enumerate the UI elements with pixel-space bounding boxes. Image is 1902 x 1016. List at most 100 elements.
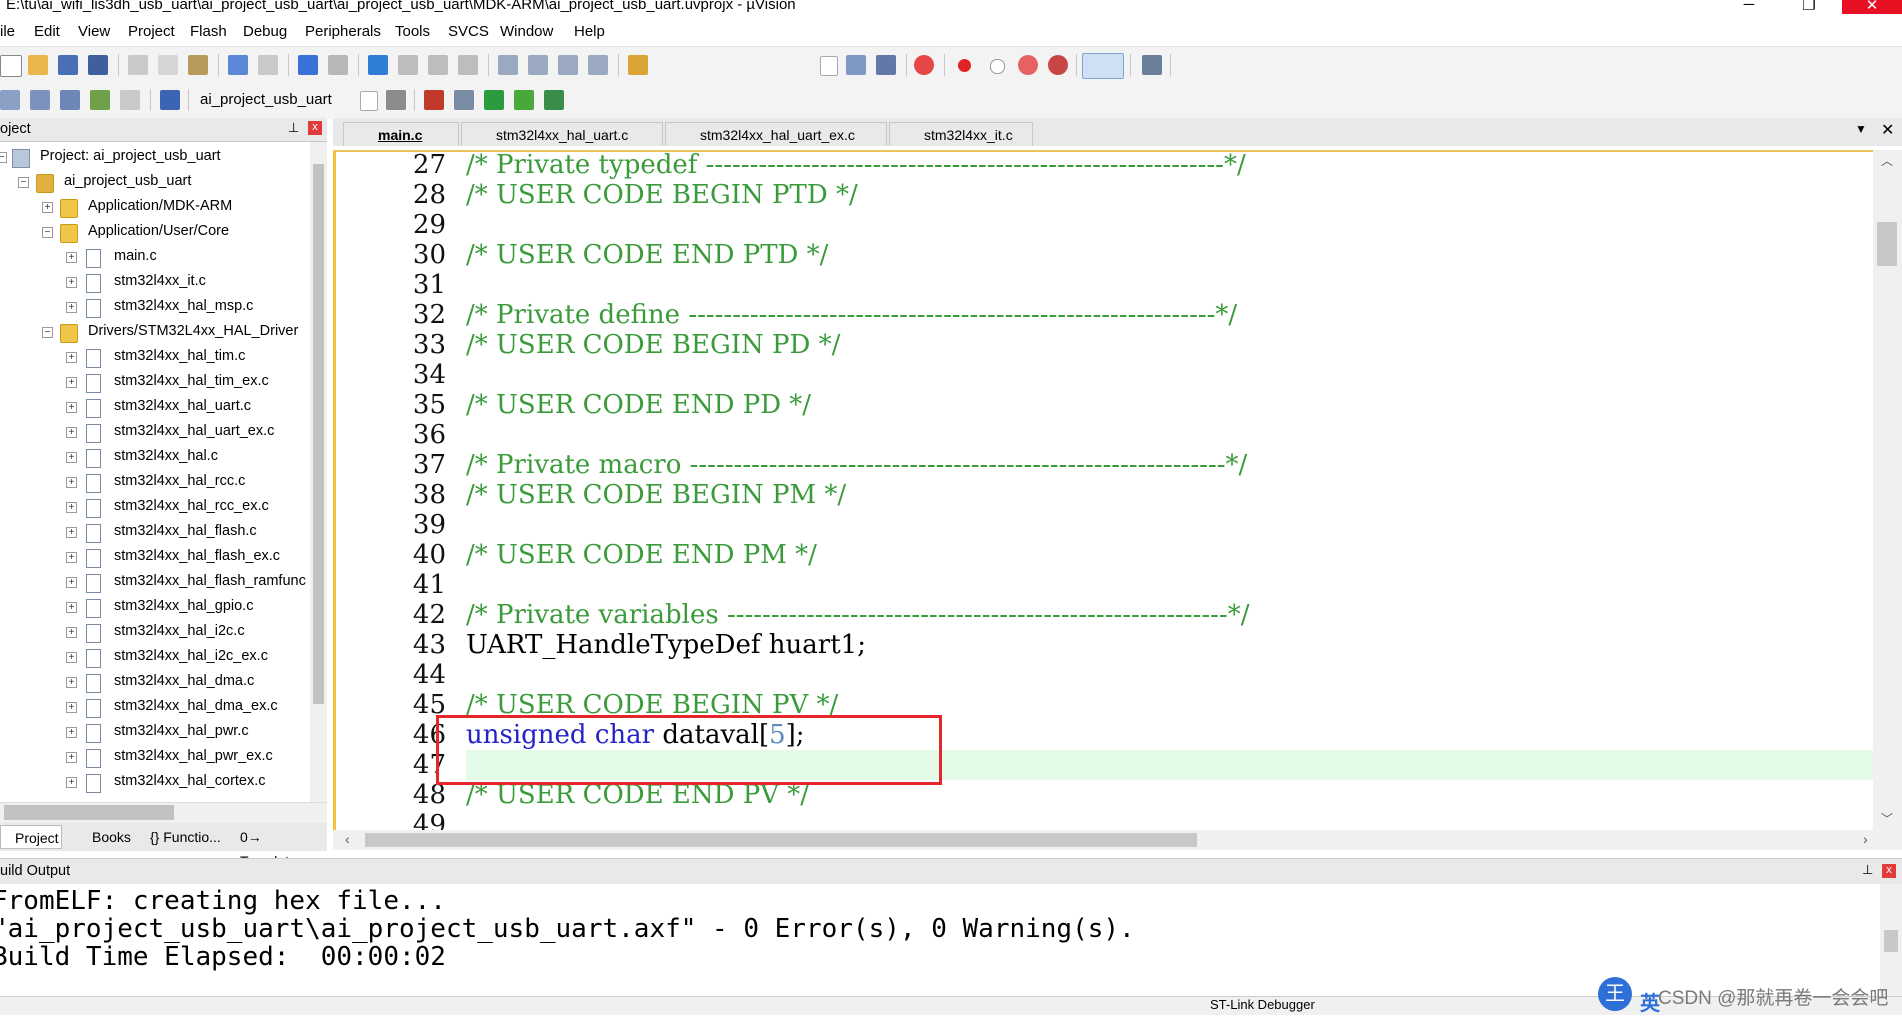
expand-icon[interactable]: + [66,652,77,663]
close-editor-icon[interactable]: ✕ [1881,120,1894,140]
tree-file[interactable]: + stm32l4xx_hal_flash.c [0,521,310,545]
scrollbar-thumb[interactable] [313,164,324,704]
tree-file[interactable]: + stm32l4xx_it.c [0,271,310,295]
tree-file[interactable]: + stm32l4xx_hal_uart.c [0,396,310,420]
collapse-icon[interactable]: − [0,152,7,163]
tree-file[interactable]: + stm32l4xx_hal_i2c.c [0,621,310,645]
tree-file[interactable]: + stm32l4xx_hal_tim_ex.c [0,371,310,395]
tree-file[interactable]: + stm32l4xx_hal_uart_ex.c [0,421,310,445]
pin-icon[interactable]: ⊥ [288,120,299,136]
configure-icon[interactable] [1142,55,1162,75]
start-debug-icon[interactable] [914,55,934,75]
expand-icon[interactable]: + [66,602,77,613]
collapse-icon[interactable]: − [42,327,53,338]
code-line[interactable]: /* USER CODE BEGIN PM */ [466,480,846,510]
code-line[interactable]: /* USER CODE END PTD */ [466,240,828,270]
tree-file[interactable]: + stm32l4xx_hal_tim.c [0,346,310,370]
collapse-icon[interactable]: − [18,177,29,188]
expand-icon[interactable]: + [66,527,77,538]
tree-file[interactable]: + stm32l4xx_hal_flash_ex.c [0,546,310,570]
scroll-down-icon[interactable]: ﹀ [1881,810,1893,827]
uncomment-icon[interactable] [588,55,608,75]
expand-icon[interactable]: + [66,702,77,713]
breakpoint-insert-icon[interactable] [958,59,971,72]
rebuild-icon[interactable] [60,90,80,110]
chevron-down-icon[interactable] [360,91,378,111]
batch-build-icon[interactable] [90,90,110,110]
save-icon[interactable] [58,55,78,75]
expand-icon[interactable]: + [66,302,77,313]
tree-file[interactable]: + stm32l4xx_hal_cortex.c [0,771,310,795]
tree-file[interactable]: + stm32l4xx_hal_msp.c [0,296,310,320]
tree-file[interactable]: + stm32l4xx_hal_dma.c [0,671,310,695]
find-icon[interactable] [846,55,866,75]
tab-list-dropdown-icon[interactable]: ▼ [1855,122,1867,136]
expand-icon[interactable]: + [66,402,77,413]
tree-vertical-scrollbar[interactable] [310,142,327,804]
menu-flash[interactable]: Flash [190,23,227,40]
target-options-icon[interactable] [386,90,406,110]
expand-icon[interactable]: + [66,277,77,288]
replace-icon[interactable] [876,55,896,75]
tab-functions[interactable]: {} Functio... [150,825,232,849]
code-line[interactable]: UART_HandleTypeDef huart1; [466,630,866,660]
close-window-button[interactable]: ✕ [1842,0,1902,14]
tree-file[interactable]: + stm32l4xx_hal_pwr.c [0,721,310,745]
maximize-button[interactable]: ❐ [1786,0,1832,14]
scrollbar-thumb[interactable] [4,805,174,820]
copy-icon[interactable] [158,55,178,75]
tree-file[interactable]: + stm32l4xx_hal_pwr_ex.c [0,746,310,770]
tree-file[interactable]: + stm32l4xx_hal_dma_ex.c [0,696,310,720]
expand-icon[interactable]: + [66,552,77,563]
paste-icon[interactable] [188,55,208,75]
new-file-icon[interactable] [0,55,22,77]
expand-icon[interactable]: + [66,727,77,738]
navigate-forward-icon[interactable] [328,55,348,75]
code-line[interactable]: /* Private variables -------------------… [466,600,1249,630]
menu-peripherals[interactable]: Peripherals [305,23,381,40]
menu-svcs[interactable]: SVCS [448,23,489,40]
tree-file[interactable]: + stm32l4xx_hal_gpio.c [0,596,310,620]
next-bookmark-icon[interactable] [428,55,448,75]
clear-bookmarks-icon[interactable] [458,55,478,75]
tab-project[interactable]: Project [0,825,62,849]
collapse-icon[interactable]: − [42,227,53,238]
expand-icon[interactable]: + [66,427,77,438]
tab-templates[interactable]: 0→ Templat... [240,825,326,869]
build-output-scrollbar[interactable] [1880,884,1902,996]
tree-group-hal-driver[interactable]: − Drivers/STM32L4xx_HAL_Driver [0,321,310,345]
tab-it-c[interactable]: stm32l4xx_it.c [889,122,1033,146]
scrollbar-thumb[interactable] [1877,222,1897,266]
menu-help[interactable]: Help [574,23,605,40]
menu-file[interactable]: ile [0,23,15,40]
tree-file[interactable]: + stm32l4xx_hal_flash_ramfunc [0,571,310,595]
tree-group-mdk-arm[interactable]: + Application/MDK-ARM [0,196,310,220]
code-line[interactable]: /* USER CODE END PD */ [466,390,811,420]
menu-tools[interactable]: Tools [395,23,430,40]
breakpoint-disable-all-icon[interactable] [1018,55,1038,75]
code-line[interactable]: /* Private define ----------------------… [466,300,1237,330]
scroll-right-icon[interactable]: › [1863,831,1868,847]
scrollbar-thumb[interactable] [365,833,1197,847]
ime-logo-icon[interactable]: 王 [1598,977,1632,1011]
find-combo[interactable] [650,54,836,76]
target-select[interactable]: ai_project_usb_uart [196,89,376,111]
scroll-up-icon[interactable]: ︿ [1881,152,1893,169]
redo-icon[interactable] [258,55,278,75]
pack-installer-icon[interactable] [514,90,534,110]
ime-language[interactable]: 英 [1640,987,1660,1016]
tab-books[interactable]: Books [72,825,134,849]
expand-icon[interactable]: + [66,377,77,388]
code-line[interactable]: /* USER CODE BEGIN PD */ [466,330,840,360]
stop-build-icon[interactable] [120,90,140,110]
menu-project[interactable]: Project [128,23,175,40]
tree-node-target[interactable]: − ai_project_usb_uart [0,171,310,195]
tree-file[interactable]: + stm32l4xx_hal.c [0,446,310,470]
manage-project-items-icon[interactable] [424,90,444,110]
code-line[interactable]: /* Private macro -----------------------… [466,450,1247,480]
scroll-left-icon[interactable]: ‹ [345,831,350,847]
bookmark-icon[interactable] [368,55,388,75]
window-layout-icon[interactable] [1082,53,1124,79]
expand-icon[interactable]: + [66,352,77,363]
select-packs-icon[interactable] [454,90,474,110]
